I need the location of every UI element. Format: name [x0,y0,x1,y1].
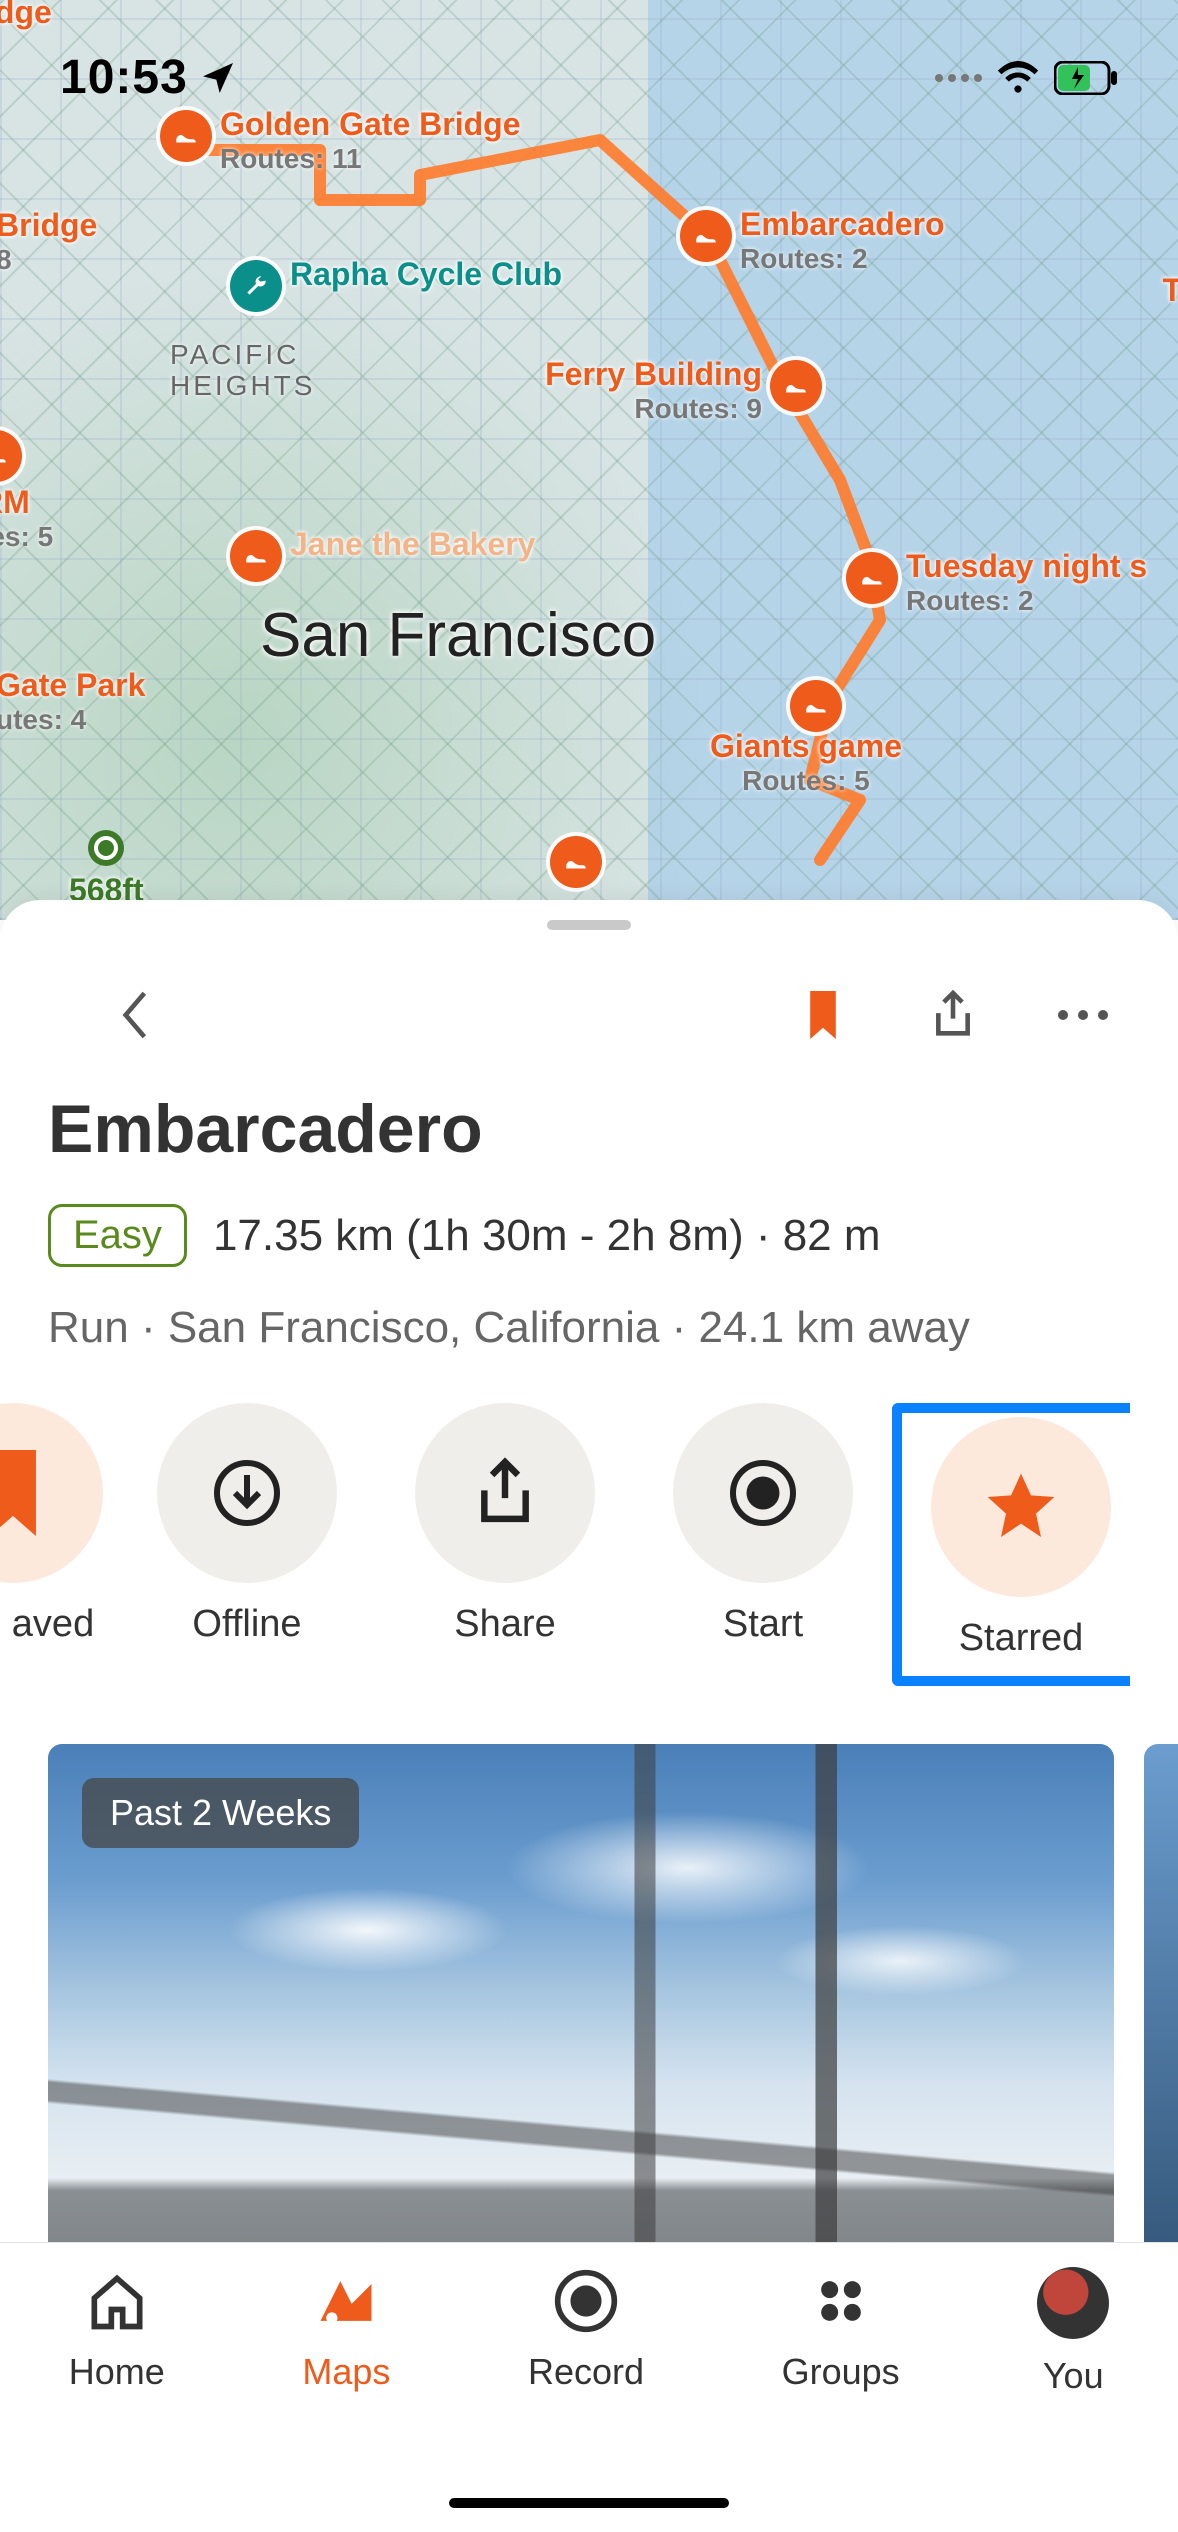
time-text: 10:53 [60,50,188,105]
tab-you[interactable]: You [1037,2267,1109,2532]
poi-ferry[interactable]: Ferry Building Routes: 9 [770,360,822,412]
sheet-grabber[interactable] [547,920,631,930]
shoe-icon [0,430,22,482]
wifi-icon [996,56,1040,100]
share-icon [931,989,975,1041]
poi-gatepark-left[interactable]: Gate Park utes: 4 [0,665,145,736]
action-saved[interactable]: aved [0,1403,118,1686]
avatar-icon [1037,2267,1109,2339]
poi-bottom-dot[interactable] [550,836,602,888]
action-offline[interactable]: Offline [118,1403,376,1686]
poi-rapha[interactable]: Rapha Cycle Club [230,260,282,312]
poi-bridge-left[interactable]: Bridge 8 [0,205,97,276]
home-icon [83,2267,151,2335]
difficulty-badge: Easy [48,1204,187,1267]
poi-giants[interactable]: Giants game Routes: 5 [790,680,842,732]
shoe-icon [160,110,212,162]
status-bar: 10:53 [0,50,1178,105]
bookmark-icon [803,991,843,1039]
home-indicator[interactable] [449,2498,729,2508]
more-button[interactable] [1038,970,1128,1060]
route-meta: Run · San Francisco, California · 24.1 k… [48,1303,1130,1353]
status-time: 10:53 [60,50,238,105]
chevron-left-icon [115,987,155,1043]
share-icon [474,1456,536,1530]
back-button[interactable] [90,970,180,1060]
tab-record[interactable]: Record [528,2267,644,2532]
tab-bar: Home Maps Record Groups You [0,2242,1178,2532]
route-stats: 17.35 km (1h 30m - 2h 8m) · 82 m [213,1211,881,1261]
poi-tuesday[interactable]: Tuesday night s Routes: 2 [846,552,898,604]
groups-icon [807,2267,875,2335]
map-city-label: San Francisco [260,600,656,671]
shoe-icon [680,210,732,262]
poi-embarcadero[interactable]: Embarcadero Routes: 2 [680,210,732,262]
shoe-icon [846,552,898,604]
poi-rm-left[interactable]: RM tes: 5 [0,430,53,553]
tab-groups[interactable]: Groups [782,2267,900,2532]
map-view[interactable]: 10:53 San Francisco PACIFIC HEIGHTS 568f… [0,0,1178,920]
poi-t-right[interactable]: T [1162,270,1178,309]
bookmark-button[interactable] [778,970,868,1060]
route-title: Embarcadero [48,1090,1130,1168]
star-icon [981,1467,1061,1547]
action-share[interactable]: Share [376,1403,634,1686]
peak-icon [88,830,124,866]
tab-label: Record [528,2351,644,2393]
shoe-icon [230,530,282,582]
bookmark-icon [0,1450,48,1536]
maps-icon [312,2267,380,2335]
action-row[interactable]: aved Offline Share Start Starred [0,1403,1130,1686]
action-start[interactable]: Start [634,1403,892,1686]
more-icon [1055,1007,1111,1023]
download-icon [211,1457,283,1529]
location-arrow-icon [198,58,238,98]
tab-label: You [1043,2355,1104,2397]
cellular-icon [935,74,982,82]
shoe-icon [790,680,842,732]
map-district-label: PACIFIC HEIGHTS [170,340,315,402]
tab-label: Maps [302,2351,390,2393]
record-icon [727,1457,799,1529]
share-top-button[interactable] [908,970,998,1060]
shoe-icon [550,836,602,888]
tab-maps[interactable]: Maps [302,2267,390,2532]
sheet-toolbar [0,930,1178,1080]
action-starred[interactable]: Starred [892,1403,1130,1686]
wrench-icon [230,260,282,312]
shoe-icon [770,360,822,412]
tab-label: Groups [782,2351,900,2393]
battery-icon [1054,61,1118,95]
tab-home[interactable]: Home [69,2267,165,2532]
poi-bridge-top[interactable]: idge [0,0,52,31]
poi-jane[interactable]: Jane the Bakery [230,530,282,582]
record-icon [552,2267,620,2335]
tab-label: Home [69,2351,165,2393]
poi-golden-gate[interactable]: Golden Gate Bridge Routes: 11 [160,110,212,162]
photo-time-badge: Past 2 Weeks [82,1778,359,1848]
